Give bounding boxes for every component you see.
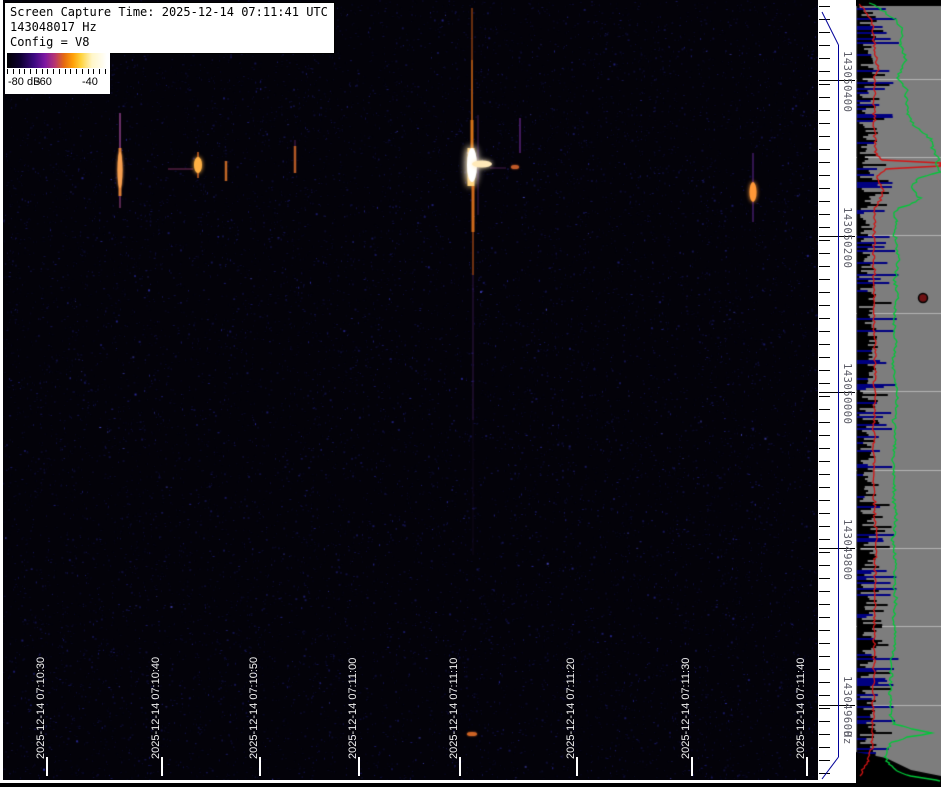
capture-info-box: Screen Capture Time: 2025-12-14 07:11:41…	[4, 2, 335, 54]
legend-tick	[81, 69, 83, 74]
legend-tick	[12, 69, 14, 74]
legend-tick	[99, 69, 101, 74]
legend-tick	[53, 69, 55, 74]
time-axis-tick	[259, 757, 261, 776]
legend-tick	[87, 69, 89, 74]
time-axis-tick	[806, 757, 808, 776]
time-axis-tick	[161, 757, 163, 776]
legend-tick	[93, 69, 95, 74]
legend-tick	[76, 69, 78, 74]
legend-tick	[18, 69, 20, 74]
time-axis-label: 2025-12-14 07:10:30	[35, 656, 47, 759]
frequency-axis-label: 143050400	[841, 51, 853, 113]
frequency-ruler: 143050400 143050200 143050000 143049800 1430…	[818, 0, 856, 783]
time-axis-label: 2025-12-14 07:10:50	[248, 656, 260, 759]
legend-tick	[105, 69, 106, 74]
colormap-legend: -80 dB -60 -40	[5, 51, 110, 94]
legend-label-max: -40	[82, 76, 98, 88]
time-axis-tick	[459, 757, 461, 776]
time-axis-label: 2025-12-14 07:11:20	[565, 657, 577, 759]
time-axis-label: 2025-12-14 07:10:40	[150, 656, 162, 759]
legend-tick	[70, 69, 72, 74]
legend-tick	[47, 69, 49, 74]
spectrum-side-panel	[856, 0, 941, 783]
legend-label-mid: -60	[36, 76, 52, 88]
colormap-gradient	[7, 53, 107, 68]
time-axis-tick	[358, 757, 360, 776]
time-axis-label: 2025-12-14 07:11:00	[347, 657, 359, 759]
frequency-axis-label: 143049800	[841, 519, 853, 581]
frequency-unit-label: Hz	[841, 731, 853, 745]
frequency-axis-label: 143050200	[841, 207, 853, 269]
time-axis-label: 2025-12-14 07:11:30	[680, 657, 692, 759]
spectrogram-waterfall	[3, 0, 818, 780]
legend-tick	[7, 69, 8, 74]
legend-tick	[24, 69, 26, 74]
time-axis-tick	[576, 757, 578, 776]
capture-time-text: Screen Capture Time: 2025-12-14 07:11:41…	[10, 5, 328, 19]
center-frequency-text: 143048017 Hz	[10, 20, 97, 34]
config-text: Config = V8	[10, 35, 90, 49]
window-border-left	[0, 0, 3, 783]
time-axis-label: 2025-12-14 07:11:10	[448, 657, 460, 759]
legend-tick	[64, 69, 66, 74]
time-axis-label: 2025-12-14 07:11:40	[795, 657, 807, 759]
time-axis-tick	[691, 757, 693, 776]
legend-tick	[35, 69, 37, 74]
legend-tick	[41, 69, 43, 74]
time-axis-tick	[46, 757, 48, 776]
legend-tick	[30, 69, 32, 74]
frequency-axis-label: 143050000	[841, 363, 853, 425]
colormap-ticks	[7, 69, 107, 75]
frequency-axis-label: 143049600	[841, 676, 853, 738]
colormap-labels: -80 dB -60 -40	[5, 76, 110, 91]
legend-tick	[58, 69, 60, 74]
spectrum-lab-window: 143050400 143050200 143050000 143049800 1430…	[0, 0, 941, 783]
